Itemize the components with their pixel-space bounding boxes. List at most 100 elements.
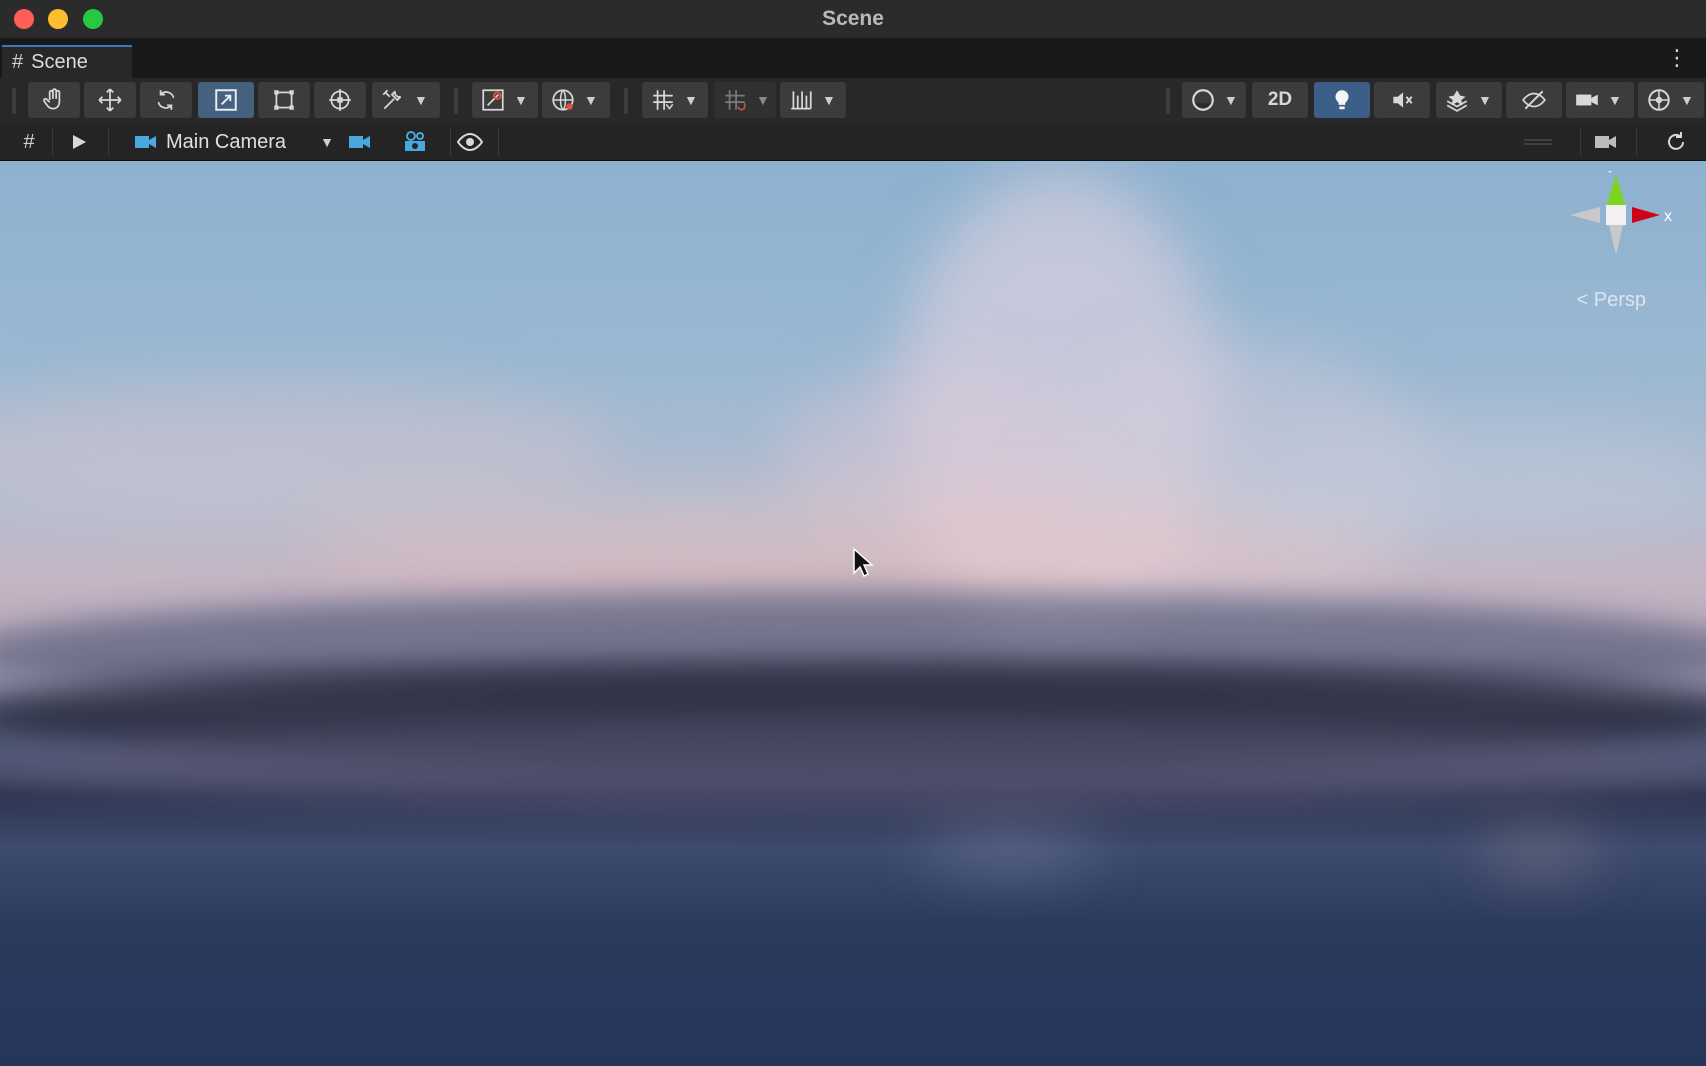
cloud-wisp bbox=[1200, 421, 1706, 541]
audio-muted-icon bbox=[1393, 92, 1413, 108]
eye-slash-icon bbox=[1522, 90, 1546, 110]
ruler-snap-dropdown[interactable]: ▼ bbox=[780, 82, 846, 118]
draw-mode-dropdown[interactable]: ▼ bbox=[1182, 82, 1246, 118]
scene-visibility-toggle[interactable] bbox=[1506, 82, 1562, 118]
ocean-reflection bbox=[0, 721, 1706, 811]
overlay-drag-handle[interactable] bbox=[1524, 124, 1554, 160]
cloud-wisp bbox=[0, 381, 620, 521]
camera-selector[interactable]: Main Camera ▼ bbox=[134, 124, 334, 160]
chevron-down-icon: ▼ bbox=[756, 92, 770, 108]
drag-handle-icon bbox=[1524, 139, 1552, 145]
grid-snapping-dropdown[interactable]: ▼ bbox=[642, 82, 708, 118]
chevron-down-icon: ▼ bbox=[514, 92, 528, 108]
toolbar-grip[interactable] bbox=[454, 88, 458, 114]
more-options-icon[interactable]: ⋮ bbox=[1666, 47, 1688, 69]
grid-icon: # bbox=[12, 51, 24, 73]
effects-dropdown[interactable]: ▼ bbox=[1436, 82, 1502, 118]
divider bbox=[498, 128, 499, 156]
play-button[interactable] bbox=[70, 124, 94, 160]
camera-view-button[interactable] bbox=[1594, 124, 1622, 160]
toolbar-grip[interactable] bbox=[624, 88, 628, 114]
chevron-down-icon: ▼ bbox=[1608, 92, 1622, 108]
gizmo-x-label: x bbox=[1664, 208, 1672, 225]
play-icon bbox=[73, 135, 86, 149]
gizmo-center-cube[interactable] bbox=[1606, 205, 1626, 225]
rotate-tool-button[interactable] bbox=[140, 82, 192, 118]
chevron-down-icon: ▼ bbox=[320, 134, 334, 150]
gizmo-neg-y-cone[interactable] bbox=[1608, 221, 1624, 255]
divider bbox=[450, 128, 451, 156]
custom-tools-dropdown[interactable]: ▼ bbox=[372, 82, 440, 118]
ruler-icon bbox=[791, 91, 812, 110]
camera-preview-toggle[interactable] bbox=[348, 124, 374, 160]
title-bar: Scene bbox=[0, 0, 1706, 39]
scale-tool-button[interactable] bbox=[198, 82, 254, 118]
water-highlight bbox=[1480, 841, 1600, 867]
video-camera-icon bbox=[1576, 94, 1598, 106]
camera-toolbar: # Main Camera ▼ bbox=[0, 124, 1706, 161]
gizmo-sphere-icon bbox=[1648, 89, 1670, 111]
pivot-mode-dropdown[interactable]: ▼ bbox=[472, 82, 538, 118]
tab-scene[interactable]: # Scene bbox=[2, 45, 132, 78]
transform-tool-button[interactable] bbox=[314, 82, 366, 118]
move-icon bbox=[98, 88, 122, 112]
camera-name: Main Camera bbox=[166, 130, 287, 153]
divider bbox=[52, 128, 53, 156]
chevron-down-icon: ▼ bbox=[1478, 92, 1492, 108]
tab-strip: # Scene ⋮ bbox=[0, 39, 1706, 78]
tools-icon bbox=[382, 89, 402, 110]
toggle-2d-button[interactable]: 2D bbox=[1252, 82, 1308, 118]
move-tool-button[interactable] bbox=[84, 82, 136, 118]
mouse-cursor-icon bbox=[853, 547, 874, 578]
eye-icon bbox=[456, 132, 484, 152]
water-highlight bbox=[920, 836, 1100, 866]
toolbar-grip[interactable] bbox=[1166, 88, 1170, 114]
hand-tool-button[interactable] bbox=[28, 82, 80, 118]
toolbar-grip[interactable] bbox=[12, 88, 16, 114]
rect-tool-button[interactable] bbox=[258, 82, 310, 118]
gizmo-y-label: y bbox=[1608, 171, 1616, 173]
tab-label: Scene bbox=[31, 51, 88, 73]
gizmo-neg-x-cone[interactable] bbox=[1570, 207, 1600, 223]
rotate-icon bbox=[157, 90, 175, 110]
increment-snap-icon bbox=[725, 90, 746, 111]
chevron-down-icon: ▼ bbox=[684, 92, 698, 108]
divider bbox=[1636, 128, 1637, 156]
divider bbox=[1580, 128, 1581, 156]
gizmos-dropdown[interactable]: ▼ bbox=[1638, 82, 1704, 118]
refresh-button[interactable] bbox=[1664, 124, 1690, 160]
divider bbox=[108, 128, 109, 156]
projection-label: Persp bbox=[1593, 289, 1646, 311]
rect-transform-icon bbox=[274, 90, 294, 110]
visibility-toggle[interactable] bbox=[456, 124, 486, 160]
video-camera-icon bbox=[349, 136, 370, 148]
camera-settings-dropdown[interactable]: ▼ bbox=[1566, 82, 1634, 118]
projection-toggle[interactable]: < Persp bbox=[1577, 289, 1647, 312]
audio-toggle[interactable] bbox=[1374, 82, 1430, 118]
transform-icon bbox=[329, 89, 351, 111]
increment-snap-dropdown[interactable]: ▼ bbox=[714, 82, 776, 118]
scale-icon bbox=[215, 89, 237, 111]
scene-lighting-toggle[interactable] bbox=[1314, 82, 1370, 118]
chevron-down-icon: ▼ bbox=[822, 92, 836, 108]
hand-icon bbox=[43, 88, 61, 110]
camera-overlay-toggle[interactable] bbox=[402, 124, 430, 160]
scene-viewport[interactable]: y x < Persp bbox=[0, 161, 1706, 1066]
label-2d: 2D bbox=[1267, 89, 1293, 110]
grid-icon[interactable]: # bbox=[14, 124, 44, 160]
effects-layers-icon bbox=[1446, 90, 1468, 112]
pivot-icon bbox=[482, 89, 504, 111]
window-title: Scene bbox=[822, 7, 884, 30]
gizmo-x-cone[interactable] bbox=[1632, 207, 1660, 223]
global-space-dropdown[interactable]: ▼ bbox=[542, 82, 610, 118]
chevron-down-icon: ▼ bbox=[584, 92, 598, 108]
chevron-down-icon: ▼ bbox=[414, 92, 428, 108]
chevron-down-icon: ▼ bbox=[1224, 92, 1238, 108]
lightbulb-icon bbox=[1335, 90, 1349, 110]
video-camera-icon bbox=[135, 136, 156, 148]
chevron-left-icon: < bbox=[1576, 289, 1589, 311]
scene-toolbar: ▼ ▼ ▼ ▼ ▼ ▼ ▼ 2D ▼ ▼ ▼ bbox=[0, 78, 1706, 124]
grid-snap-icon bbox=[653, 90, 674, 110]
gizmo-y-cone[interactable] bbox=[1606, 175, 1626, 207]
projector-camera-icon bbox=[405, 131, 425, 151]
